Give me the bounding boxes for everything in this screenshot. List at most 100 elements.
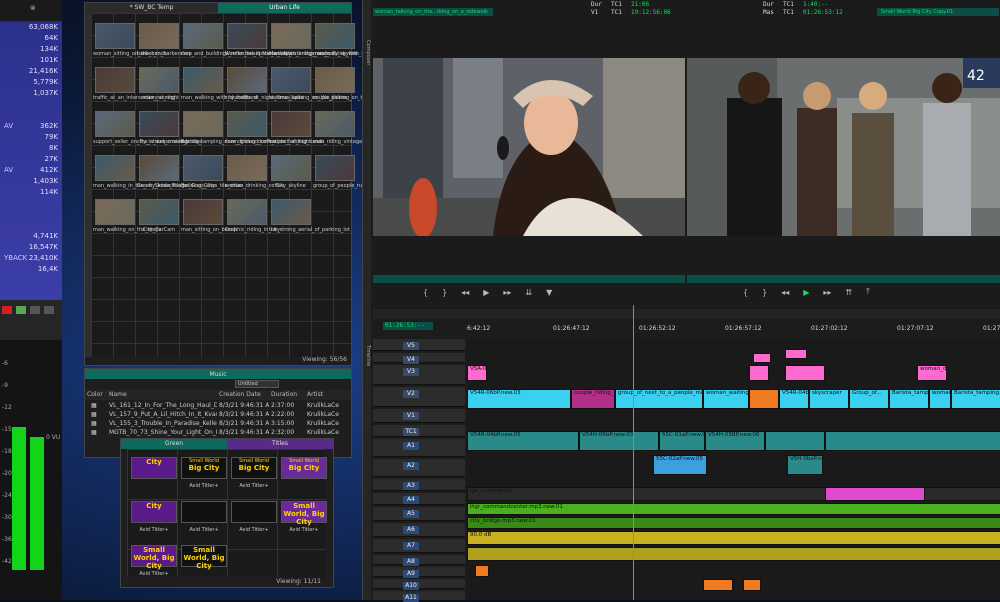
clip-thumbnail[interactable] [315,23,355,49]
track-name[interactable]: A4 [403,496,419,504]
clip-thumbnail[interactable] [95,155,135,181]
timecode-val[interactable]: 01:26:53:12 [803,9,843,16]
close-icon[interactable]: ⊗ [30,4,36,12]
list-item[interactable]: ▦ VL_155_3_Trouble_In_Paradise_Kelley_Wil… [85,419,351,428]
timeline-clip-segment[interactable]: V5A-04.b [467,365,487,381]
timeline-clip-segment[interactable] [753,353,771,363]
timeline-clip-segment[interactable]: 55C-01aP.new.05 [659,431,705,451]
track-header[interactable]: V2 [373,387,465,407]
clip-thumbnail[interactable] [183,199,223,225]
timeline-clip-segment[interactable] [785,349,807,359]
clip-thumbnail[interactable] [95,111,135,137]
master-timecode[interactable]: 01:26:53:-- [383,322,433,330]
timeline-clip-segment[interactable] [475,565,489,577]
timeline-clip-segment[interactable]: 55C-02aP.new.05 [653,455,707,475]
title-thumbnail[interactable]: Small World Big City [231,457,277,479]
clip-thumbnail[interactable] [95,67,135,93]
timeline-clip-segment[interactable]: woman_dri... [917,365,947,381]
clip-thumbnail[interactable] [271,67,311,93]
timeline-clip-segment[interactable]: Group_of... [849,389,889,409]
timeline-clip-segment[interactable] [749,365,769,381]
track-name[interactable]: TC1 [403,428,419,436]
tab-urban-life[interactable]: Urban Life [218,3,351,13]
splice-in-icon[interactable]: ⇊ [525,288,532,297]
timeline-clip-segment[interactable]: 90.0 dB [467,531,1000,545]
clip-thumbnail[interactable] [227,111,267,137]
mark-out-icon[interactable]: } [762,288,767,297]
title-thumbnail[interactable]: Small World, Big City [131,545,177,570]
timeline-clip-segment[interactable] [743,579,761,591]
source-clip-name[interactable]: woman_talking_on_the...tking_on_a_sidewa… [373,8,493,16]
list-item[interactable]: ▦ MGTB_70_73_Shine_Your_Light_On_Me_Fairb… [85,428,351,437]
track-name[interactable]: A11 [403,594,419,602]
timeline-clip-segment[interactable]: group_of_next_to_a_people_moving_... [615,389,703,409]
clip-thumbnail[interactable] [95,199,135,225]
clip-thumbnail[interactable] [183,23,223,49]
step-back-icon[interactable]: ◂◂ [781,288,789,297]
track-header[interactable]: A4 [373,493,465,505]
track-header[interactable]: A2 [373,459,465,477]
clip-thumbnail[interactable] [227,199,267,225]
track-name[interactable]: V5 [403,342,419,350]
timeline-clip-segment[interactable] [825,487,925,501]
extract-icon[interactable]: ⤒ [866,287,870,297]
track-name[interactable]: V2 [403,390,419,398]
track-header[interactable]: A9 [373,567,465,578]
timecode-val[interactable]: 21:06 [631,1,649,8]
timeline-clip-segment[interactable]: V54H-05BP.new.06 [705,431,765,451]
play-icon[interactable]: ▶ [483,288,489,297]
timeline-clip-segment[interactable] [765,431,825,451]
column-header[interactable]: Artist [305,390,351,400]
track-name[interactable]: A10 [403,582,419,590]
timeline-ruler[interactable]: 6:42:12 01:26:47:12 01:26:52:12 01:26:57:12… [467,305,1000,335]
clip-thumbnail[interactable] [271,155,311,181]
mark-in-icon[interactable]: { [423,288,428,297]
timeline-clip-segment[interactable]: V54R-04bP.n... [779,389,809,409]
play-button[interactable] [16,306,26,314]
clip-thumbnail[interactable] [139,23,179,49]
tab-titles[interactable]: Titles [227,439,333,449]
track-name[interactable]: A9 [403,570,419,578]
mark-out-icon[interactable]: } [442,288,447,297]
overwrite-icon[interactable]: ▼ [546,288,552,297]
timeline-clip-segment[interactable]: couple_riding_on... [571,389,615,409]
tab-green[interactable]: Green [121,439,227,449]
list-item[interactable]: ▦ VL_161_12_In_For_The_Long_Haul_Dufshho_… [85,401,351,410]
clip-thumbnail[interactable] [315,155,355,181]
clip-thumbnail[interactable] [227,67,267,93]
column-header[interactable]: Name [107,390,217,400]
record-monitor[interactable]: 42 [687,58,1000,236]
step-back-icon[interactable]: ◂◂ [461,288,469,297]
track-header[interactable]: A5 [373,507,465,521]
track-header[interactable]: TC1 [373,425,465,437]
timeline-clip-segment[interactable]: V54R-04bP.new.05 [467,431,579,451]
clip-thumbnail[interactable] [139,199,179,225]
clip-thumbnail[interactable] [271,23,311,49]
clip-thumbnail[interactable] [183,111,223,137]
track-header[interactable]: A1 [373,439,465,457]
play-icon[interactable]: ▶ [803,288,809,297]
track-name[interactable]: A7 [403,542,419,550]
track-name[interactable]: A5 [403,510,419,518]
title-thumbnail[interactable]: City [131,501,177,523]
bin-view-select[interactable]: Untitled [235,380,279,388]
clip-thumbnail[interactable] [227,23,267,49]
title-thumbnail[interactable]: Small World Big City [181,457,227,479]
title-thumbnail[interactable]: City [131,457,177,479]
timeline-clip-segment[interactable] [825,431,1000,451]
stop-button[interactable] [30,306,40,314]
track-header[interactable]: V3 [373,365,465,385]
loop-button[interactable] [44,306,54,314]
track-header[interactable]: A10 [373,579,465,590]
track-name[interactable]: A2 [403,462,419,470]
timeline-clip-segment[interactable]: city_bridge.mp3.new.01 [467,517,1000,529]
clip-thumbnail[interactable] [271,111,311,137]
timeline-clip-segment[interactable]: Barista_tamping... [889,389,929,409]
track-name[interactable]: A6 [403,526,419,534]
timeline-clip-segment[interactable]: woman_dri... [929,389,951,409]
clip-thumbnail[interactable] [227,155,267,181]
clip-thumbnail[interactable] [139,67,179,93]
column-header[interactable]: Creation Date [217,390,269,400]
step-forward-icon[interactable]: ▸▸ [823,288,831,297]
source-position-bar[interactable] [373,275,685,283]
